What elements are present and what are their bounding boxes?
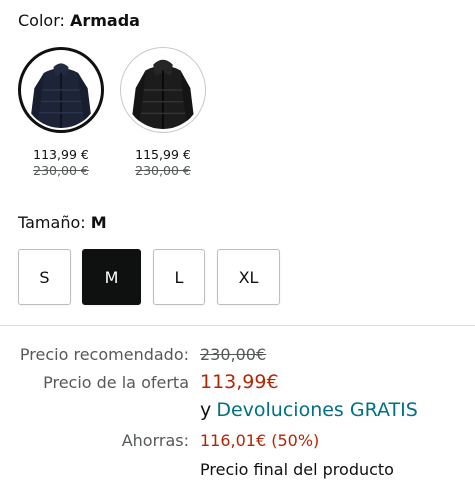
size-option-label: XL [238,267,259,287]
divider [0,325,475,326]
size-button-s[interactable]: S [18,249,71,305]
size-button-m[interactable]: M [82,249,141,305]
variant-old-price: 230,00 € [33,163,89,178]
size-selection-label: Tamaño: M [18,213,107,232]
free-returns-link[interactable]: Devoluciones GRATIS [216,399,417,421]
recommended-price-label: Precio recomendado: [19,345,189,364]
variant-price-armada[interactable]: 113,99 € 230,00 € [16,147,106,178]
color-value: Armada [69,11,140,30]
variant-price-negro[interactable]: 115,99 € 230,00 € [118,147,208,178]
variant-price: 113,99 € [33,147,89,162]
variant-old-price: 230,00 € [135,163,191,178]
color-swatch-armada[interactable] [18,47,104,133]
size-button-l[interactable]: L [153,249,205,305]
color-selection-label: Color: Armada [18,11,140,30]
size-option-label: S [39,267,50,287]
returns-prefix: y [200,399,212,421]
size-option-label: M [104,267,119,287]
free-returns-line: y Devoluciones GRATIS [200,399,418,421]
size-button-xl[interactable]: XL [217,249,280,305]
color-label: Color: [18,11,65,30]
savings-value: 116,01€ (50%) [200,431,320,450]
deal-price-value: 113,99€ [200,371,279,393]
savings-label: Ahorras: [121,431,189,450]
deal-price-label: Precio de la oferta [43,373,189,392]
recommended-price-value: 230,00€ [200,345,267,364]
color-swatch-negro[interactable] [120,47,206,133]
navy-jacket-image [23,52,99,128]
size-label: Tamaño: [18,213,86,232]
size-option-label: L [174,267,184,287]
final-price-note: Precio final del producto [200,460,394,479]
size-value: M [90,213,107,232]
black-jacket-image [124,51,202,129]
variant-price: 115,99 € [135,147,191,162]
